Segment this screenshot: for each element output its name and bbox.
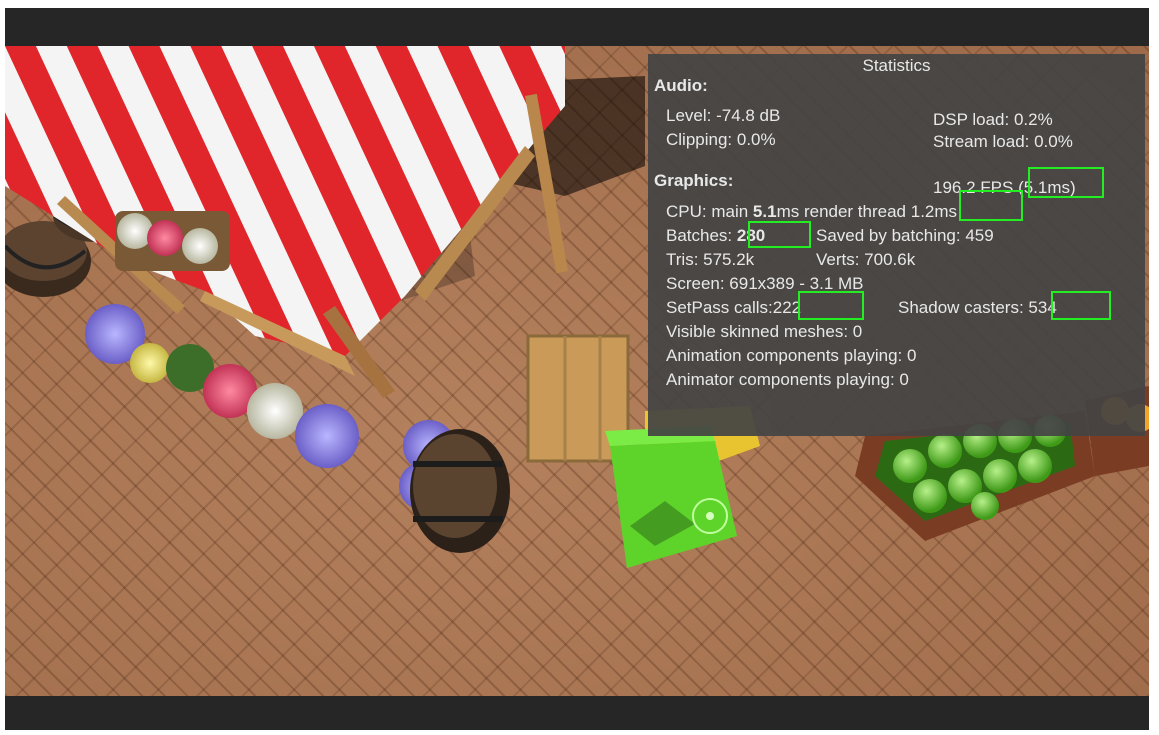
scene-viewport[interactable]: Statistics Audio: Level: -74.8 dB Clippi… <box>5 46 1149 696</box>
audio-stream-load: Stream load: 0.0% <box>933 132 1073 151</box>
saved-by-batching: Saved by batching: 459 <box>816 226 994 245</box>
animation-components: Animation components playing: 0 <box>666 346 917 365</box>
cpu-line: CPU: main 5.1ms render thread 1.2ms <box>666 200 957 224</box>
tris: Tris: 575.2k <box>666 250 755 269</box>
audio-level: Level: -74.8 dB <box>666 106 781 125</box>
setpass-label: SetPass calls: <box>666 298 773 317</box>
panel-title: Statistics <box>862 56 931 75</box>
statistics-panel: Statistics Audio: Level: -74.8 dB Clippi… <box>648 54 1145 436</box>
setpass-value: 222 <box>772 298 802 317</box>
cpu-prefix: CPU: main <box>666 202 753 221</box>
verts: Verts: 700.6k <box>816 250 916 269</box>
shadow-casters-label: Shadow casters: <box>898 298 1024 317</box>
graphics-heading: Graphics: <box>654 171 734 190</box>
audio-dsp-load: DSP load: 0.2% <box>933 110 1053 129</box>
batches-label: Batches: <box>666 226 733 245</box>
cpu-suffix: ms render thread <box>776 202 907 221</box>
animator-components: Animator components playing: 0 <box>666 370 909 389</box>
audio-clipping: Clipping: 0.0% <box>666 130 776 149</box>
audio-heading: Audio: <box>654 76 708 95</box>
game-view: Statistics Audio: Level: -74.8 dB Clippi… <box>5 8 1149 730</box>
visible-skinned-meshes: Visible skinned meshes: 0 <box>666 322 863 341</box>
shadow-casters-line: Shadow casters: 534 <box>898 296 1057 320</box>
highlight-setpass <box>798 291 864 320</box>
highlight-frame-ms <box>1028 167 1104 198</box>
setpass-line: SetPass calls:222 <box>666 296 801 320</box>
barrel-center <box>410 429 510 553</box>
cpu-main-value: 5.1 <box>752 202 777 221</box>
render-thread-value: 1.2ms <box>910 202 958 221</box>
highlight-batches <box>748 221 811 248</box>
highlight-render-thread <box>959 190 1023 221</box>
highlight-shadow-casters <box>1051 291 1111 320</box>
